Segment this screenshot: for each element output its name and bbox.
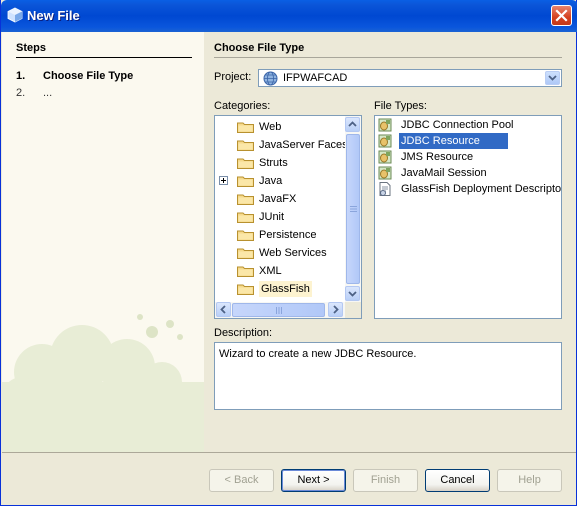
step-1-label: Choose File Type [43,70,134,82]
file-type-glassfish-deployment-descriptor[interactable]: GlassFish Deployment Descriptor [377,181,561,197]
next-button[interactable]: Next > [281,469,346,492]
file-type-jdbc-resource[interactable]: JDBC Resource [377,133,533,149]
help-button[interactable]: Help [497,469,562,492]
folder-icon [237,158,254,169]
grip-icon [276,307,282,314]
folder-icon [237,284,254,295]
category-label: Struts [259,157,288,169]
chevron-down-icon [548,75,557,81]
folder-icon [237,248,254,259]
description-text: Wizard to create a new JDBC Resource. [219,348,417,360]
file-type-javamail-session[interactable]: JavaMail Session [377,165,533,181]
deployment-descriptor-icon [379,182,391,196]
steps-divider [16,57,192,58]
folder-icon [237,140,254,151]
project-combobox[interactable]: IFPWAFCAD [258,69,562,87]
title-bar[interactable]: New File [1,0,577,32]
steps-panel: Steps 1. Choose File Type 2.... [2,32,204,452]
categories-label: Categories: [214,100,271,112]
description-box: Wizard to create a new JDBC Resource. [214,342,562,410]
project-value: IFPWAFCAD [283,72,348,84]
file-type-label: GlassFish Deployment Descriptor [401,183,562,195]
jms-resource-icon [378,150,392,164]
finish-button[interactable]: Finish [353,469,418,492]
step-2-label: ... [43,87,53,99]
file-types-list: JDBC Connection Pool JDBC Resource JMS R… [374,115,562,319]
chevron-down-icon [348,291,357,297]
folder-icon [237,122,254,133]
folder-icon [237,266,254,277]
category-label: XML [259,265,282,277]
folder-icon [237,230,254,241]
categories-horizontal-scrollbar[interactable] [215,302,345,318]
project-label: Project: [214,71,252,83]
panel-title: Choose File Type [214,42,305,54]
scroll-down-button[interactable] [345,286,360,301]
scroll-left-button[interactable] [216,302,231,317]
category-label: Java [259,175,283,187]
file-type-jdbc-connection-pool[interactable]: JDBC Connection Pool [377,117,533,133]
scrollbar-corner [345,302,361,318]
web-project-globe-icon [263,71,278,86]
cancel-button[interactable]: Cancel [425,469,490,492]
step-1-number: 1. [16,70,26,82]
file-type-label: JavaMail Session [401,167,487,179]
chevron-left-icon [220,305,226,314]
file-type-label: JDBC Connection Pool [401,119,514,131]
step-1: 1. Choose File Type [16,70,133,82]
netbeans-cube-icon [7,7,23,23]
main-panel: Choose File Type Project: IFPWAFCAD Cate… [204,32,576,452]
step-2-number: 2. [16,87,26,99]
chevron-right-icon [333,305,339,314]
file-types-label: File Types: [374,100,427,112]
file-type-label: JMS Resource [401,151,474,163]
scroll-thumb[interactable] [346,134,360,284]
scroll-right-button[interactable] [328,302,343,317]
folder-icon [237,212,254,223]
step-2: 2.... [16,87,52,99]
horizontal-scroll-thumb[interactable] [232,303,325,317]
window-title: New File [27,8,80,23]
categories-vertical-scrollbar[interactable] [345,116,361,302]
category-label: Web Services [259,247,327,259]
folder-icon [237,194,254,205]
footer-separator [2,452,576,453]
close-button[interactable] [551,5,572,26]
panel-divider [214,57,562,58]
jdbc-connection-pool-icon [378,118,392,132]
new-file-dialog: New File Steps 1. Choose File Type 2.... [0,0,577,506]
steps-watermark-image [2,314,204,452]
file-type-label: JDBC Resource [399,133,508,149]
chevron-up-icon [348,121,357,127]
category-label: JUnit [259,211,285,223]
file-type-jms-resource[interactable]: JMS Resource [377,149,533,165]
category-label: JavaServer Faces [259,139,348,151]
description-label: Description: [214,327,273,339]
expand-java-icon[interactable] [219,176,228,185]
close-icon [555,9,568,22]
categories-tree: Web JavaServer Faces Struts Java JavaFX … [214,115,362,319]
back-button[interactable]: < Back [209,469,274,492]
category-label: JavaFX [259,193,297,205]
category-label: Web [259,121,282,133]
folder-icon [237,176,254,187]
category-label: GlassFish [259,281,312,297]
category-label: Persistence [259,229,317,241]
javamail-session-icon [378,166,392,180]
project-dropdown-button[interactable] [545,71,560,85]
steps-heading: Steps [16,42,46,54]
jdbc-resource-icon [378,134,392,148]
scroll-up-button[interactable] [345,117,360,132]
grip-icon [350,206,357,212]
